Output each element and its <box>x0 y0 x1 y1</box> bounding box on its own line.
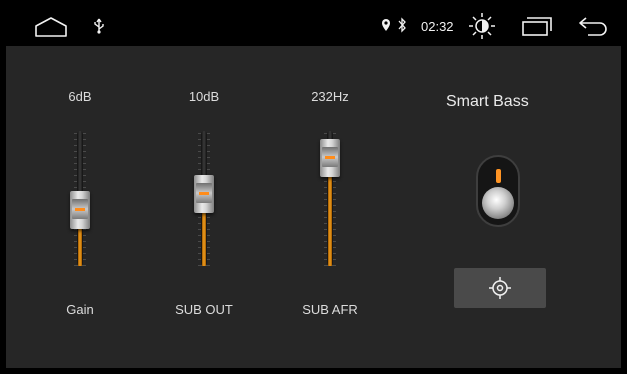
slider-fill <box>202 209 206 266</box>
crosshair-icon <box>489 277 511 299</box>
gain-label: Gain <box>66 302 94 317</box>
smart-bass-title: Smart Bass <box>446 93 529 110</box>
gain-value-label: 6dB <box>68 89 92 104</box>
clock: 02:32 <box>421 19 454 34</box>
screen-frame: 02:32 6dB Gain 10dB SUB OUT 232Hz SUB AF… <box>0 0 627 374</box>
slider-fill <box>328 173 332 266</box>
toggle-on-indicator <box>496 169 501 183</box>
bluetooth-icon <box>398 17 406 33</box>
recent-apps-icon[interactable] <box>521 15 553 37</box>
smart-bass-toggle[interactable] <box>476 155 520 227</box>
sub-out-label: SUB OUT <box>175 302 233 317</box>
slider-knob[interactable] <box>194 175 214 213</box>
bass-settings-panel: 6dB Gain 10dB SUB OUT 232Hz SUB AFR Smar… <box>6 46 621 368</box>
slider-knob[interactable] <box>320 139 340 177</box>
gain-slider[interactable] <box>60 131 100 266</box>
slider-fill <box>78 225 82 266</box>
sub-afr-label: SUB AFR <box>302 302 358 317</box>
sub-out-value-label: 10dB <box>188 89 220 104</box>
slider-knob[interactable] <box>70 191 90 229</box>
sub-afr-value-label: 232Hz <box>311 89 349 104</box>
usb-icon <box>94 18 104 34</box>
toggle-knob <box>482 187 514 219</box>
locate-button[interactable] <box>454 268 546 308</box>
status-bar: 02:32 <box>6 6 621 46</box>
sub-afr-slider[interactable] <box>310 131 350 266</box>
location-pin-icon <box>382 19 390 31</box>
back-icon[interactable] <box>578 15 608 37</box>
brightness-icon[interactable] <box>468 12 496 40</box>
sub-out-slider[interactable] <box>184 131 224 266</box>
home-icon[interactable] <box>34 16 68 38</box>
